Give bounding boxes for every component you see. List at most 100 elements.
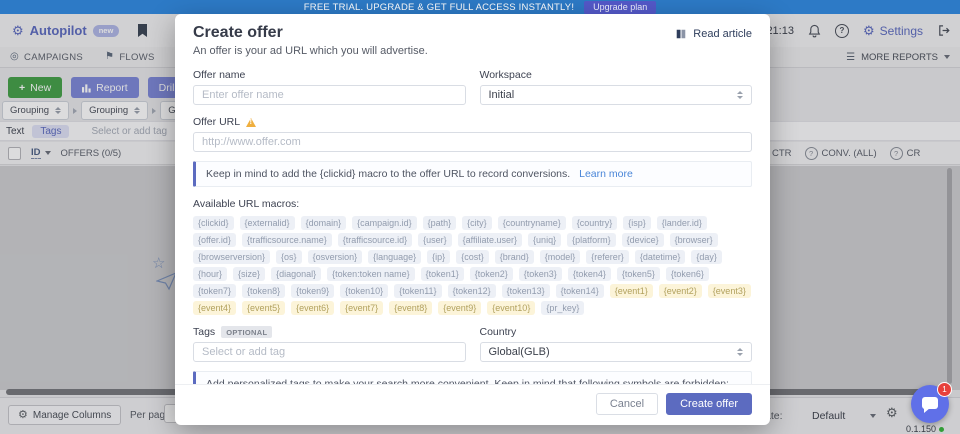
- macro-chip[interactable]: {offer.id}: [193, 233, 236, 247]
- macro-chip[interactable]: {referer}: [586, 250, 629, 264]
- macro-chip[interactable]: {event1}: [610, 284, 653, 298]
- macro-chip[interactable]: {os}: [276, 250, 302, 264]
- trial-banner: FREE TRIAL. UPGRADE & GET FULL ACCESS IN…: [0, 0, 960, 14]
- workspace-select[interactable]: Initial: [480, 85, 753, 105]
- tags-note: Add personalized tags to make your searc…: [193, 371, 752, 384]
- macro-chip[interactable]: {affiliate.user}: [458, 233, 522, 247]
- macro-chip[interactable]: {brand}: [495, 250, 534, 264]
- create-offer-modal: Create offer An offer is your ad URL whi…: [175, 14, 770, 425]
- macro-chip[interactable]: {browser}: [670, 233, 718, 247]
- learn-more-link[interactable]: Learn more: [579, 168, 633, 180]
- macro-chip[interactable]: {token13}: [502, 284, 550, 298]
- macro-chip[interactable]: {osversion}: [308, 250, 363, 264]
- offer-name-label: Offer name: [193, 69, 466, 81]
- macro-chip[interactable]: {day}: [691, 250, 722, 264]
- macro-chip[interactable]: {externalid}: [240, 216, 295, 230]
- macro-chip[interactable]: {uniq}: [528, 233, 561, 247]
- macro-chip[interactable]: {event7}: [340, 301, 383, 315]
- workspace-value: Initial: [489, 89, 515, 101]
- macro-chip[interactable]: {cost}: [456, 250, 489, 264]
- macro-chip[interactable]: {user}: [418, 233, 452, 247]
- macro-chip[interactable]: {event10}: [487, 301, 535, 315]
- clickid-note: Keep in mind to add the {clickid} macro …: [193, 161, 752, 187]
- offer-url-input[interactable]: [193, 132, 752, 152]
- macro-chip[interactable]: {token1}: [421, 267, 464, 281]
- macro-chip[interactable]: {model}: [540, 250, 581, 264]
- macro-chip[interactable]: {token4}: [568, 267, 611, 281]
- macro-chip[interactable]: {clickid}: [193, 216, 234, 230]
- macro-chip[interactable]: {token:token name}: [327, 267, 415, 281]
- offer-name-input[interactable]: [193, 85, 466, 105]
- macro-chip[interactable]: {token6}: [666, 267, 709, 281]
- macro-chip[interactable]: {campaign.id}: [352, 216, 417, 230]
- macro-chip[interactable]: {token2}: [470, 267, 513, 281]
- macro-chip[interactable]: {ip}: [427, 250, 450, 264]
- modal-footer: Cancel Create offer: [175, 384, 770, 425]
- chat-unread-badge: 1: [937, 382, 952, 397]
- offer-name-field: Offer name: [193, 69, 466, 105]
- offer-url-field: Offer URL: [193, 116, 752, 152]
- modal-header: Create offer An offer is your ad URL whi…: [175, 14, 770, 65]
- macro-chip[interactable]: {trafficsource.id}: [338, 233, 412, 247]
- upgrade-plan-button[interactable]: Upgrade plan: [584, 1, 656, 14]
- macro-chip[interactable]: {countryname}: [498, 216, 566, 230]
- optional-badge: OPTIONAL: [221, 326, 272, 338]
- macro-chip[interactable]: {domain}: [301, 216, 347, 230]
- macro-chip[interactable]: {city}: [462, 216, 492, 230]
- chat-icon: [922, 397, 938, 409]
- macro-chip[interactable]: {token11}: [394, 284, 441, 298]
- create-offer-button[interactable]: Create offer: [666, 393, 752, 415]
- read-article-label: Read article: [693, 28, 752, 40]
- warning-icon: [246, 118, 256, 127]
- macro-chip[interactable]: {event3}: [708, 284, 751, 298]
- country-value: Global(GLB): [489, 346, 550, 358]
- macro-chip[interactable]: {pr_key}: [541, 301, 584, 315]
- macro-chip[interactable]: {isp}: [623, 216, 651, 230]
- read-article-link[interactable]: Read article: [675, 28, 752, 40]
- macro-chip[interactable]: {token8}: [242, 284, 285, 298]
- macro-chip[interactable]: {size}: [233, 267, 265, 281]
- macro-chip[interactable]: {device}: [622, 233, 664, 247]
- cancel-button[interactable]: Cancel: [596, 393, 658, 415]
- macro-chip[interactable]: {event8}: [389, 301, 432, 315]
- macro-chip[interactable]: {token7}: [193, 284, 236, 298]
- macro-chip[interactable]: {event6}: [291, 301, 334, 315]
- macro-chip[interactable]: {event4}: [193, 301, 236, 315]
- macro-chip[interactable]: {event5}: [242, 301, 285, 315]
- macro-chip[interactable]: {trafficsource.name}: [242, 233, 332, 247]
- macro-chip[interactable]: {event9}: [438, 301, 481, 315]
- macro-chip[interactable]: {language}: [368, 250, 421, 264]
- workspace-field: Workspace Initial: [480, 69, 753, 105]
- chevron-updown-icon: [737, 348, 743, 356]
- macro-chip[interactable]: {country}: [572, 216, 618, 230]
- workspace-label: Workspace: [480, 69, 753, 81]
- macro-chip[interactable]: {path}: [423, 216, 457, 230]
- macro-chip[interactable]: {token9}: [291, 284, 334, 298]
- modal-subtitle: An offer is your ad URL which you will a…: [193, 45, 428, 57]
- macro-chip[interactable]: {token3}: [519, 267, 562, 281]
- macro-chip[interactable]: {token14}: [556, 284, 604, 298]
- macro-chip[interactable]: {token5}: [617, 267, 660, 281]
- modal-title: Create offer: [193, 24, 428, 42]
- tags-input[interactable]: [193, 342, 466, 362]
- tags-label: Tags OPTIONAL: [193, 326, 466, 338]
- country-field: Country Global(GLB): [480, 326, 753, 362]
- macros-label: Available URL macros:: [193, 198, 752, 210]
- country-label: Country: [480, 326, 753, 338]
- trial-banner-text: FREE TRIAL. UPGRADE & GET FULL ACCESS IN…: [304, 2, 574, 13]
- book-icon: [675, 28, 687, 40]
- macro-chip[interactable]: {token10}: [340, 284, 388, 298]
- macro-chip[interactable]: {diagonal}: [271, 267, 321, 281]
- country-select[interactable]: Global(GLB): [480, 342, 753, 362]
- screen: FREE TRIAL. UPGRADE & GET FULL ACCESS IN…: [0, 0, 960, 434]
- macro-chip[interactable]: {platform}: [567, 233, 616, 247]
- macro-chip[interactable]: {hour}: [193, 267, 227, 281]
- macro-chip[interactable]: {browserversion}: [193, 250, 270, 264]
- offer-url-label: Offer URL: [193, 116, 752, 128]
- macro-chip[interactable]: {event2}: [659, 284, 702, 298]
- macro-chip-list: {clickid} {externalid} {domain} {campaign.i…: [193, 216, 752, 315]
- macro-chip[interactable]: {lander.id}: [657, 216, 707, 230]
- macro-chip[interactable]: {token12}: [448, 284, 496, 298]
- chat-widget-button[interactable]: 1: [911, 385, 949, 423]
- macro-chip[interactable]: {datetime}: [635, 250, 686, 264]
